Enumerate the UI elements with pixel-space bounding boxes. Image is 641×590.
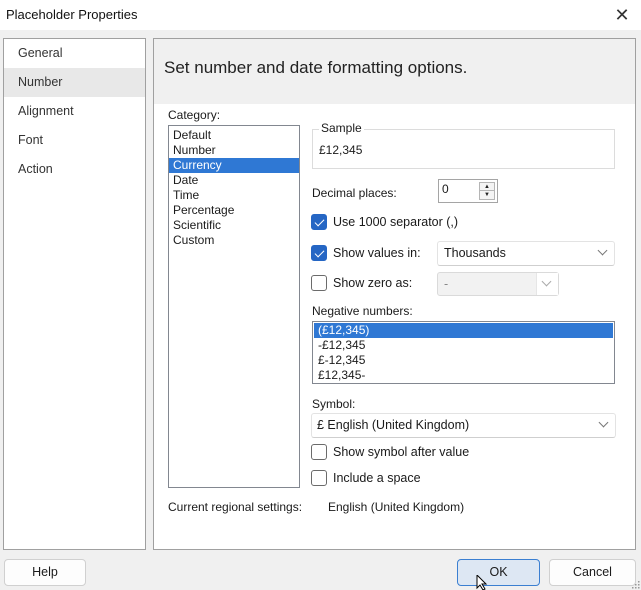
show-zero-as-checkbox[interactable]: [311, 275, 327, 291]
show-values-in-value: Thousands: [444, 246, 506, 260]
show-values-in-checkbox[interactable]: [311, 245, 327, 261]
sidebar-nav: General Number Alignment Font Action: [3, 38, 146, 550]
sample-groupbox: Sample £12,345: [312, 121, 615, 169]
dialog-title: Placeholder Properties: [6, 7, 138, 22]
category-option[interactable]: Percentage: [169, 203, 299, 218]
title-bar: Placeholder Properties ✕: [0, 0, 641, 30]
resize-grip-icon[interactable]: [632, 581, 640, 589]
cancel-button[interactable]: Cancel: [549, 559, 636, 586]
symbol-dropdown[interactable]: £ English (United Kingdom): [311, 413, 616, 438]
show-zero-as-label: Show zero as:: [333, 276, 413, 290]
help-button[interactable]: Help: [4, 559, 86, 586]
decimal-places-value: 0: [442, 182, 449, 196]
negative-numbers-label: Negative numbers:: [312, 304, 413, 318]
negative-format-option[interactable]: £12,345-: [314, 368, 613, 383]
spin-down-icon[interactable]: ▼: [480, 191, 494, 199]
show-zero-as-value: -: [444, 277, 449, 291]
category-listbox[interactable]: Default Number Currency Date Time Percentage S…: [168, 125, 300, 488]
include-space-checkbox[interactable]: [311, 470, 327, 486]
negative-format-option[interactable]: -£12,345: [314, 338, 613, 353]
show-values-in-label: Show values in:: [333, 246, 421, 260]
use-separator-label: Use 1000 separator (,): [333, 215, 459, 229]
sample-value: £12,345: [319, 143, 363, 157]
category-label: Category:: [168, 108, 221, 122]
sample-label: Sample: [319, 121, 364, 135]
show-values-in-dropdown[interactable]: Thousands: [437, 241, 615, 266]
close-icon[interactable]: ✕: [611, 4, 633, 26]
symbol-value: £ English (United Kingdom): [317, 418, 470, 432]
category-option[interactable]: Time: [169, 188, 299, 203]
show-symbol-after-checkbox[interactable]: [311, 444, 327, 460]
category-option[interactable]: Date: [169, 173, 299, 188]
category-option[interactable]: Custom: [169, 233, 299, 248]
negative-numbers-listbox[interactable]: (£12,345) -£12,345 £-12,345 £12,345-: [312, 321, 615, 384]
chevron-down-icon: [598, 417, 609, 428]
mouse-cursor-icon: [476, 575, 488, 590]
negative-format-option[interactable]: £-12,345: [314, 353, 613, 368]
sidebar-item-font[interactable]: Font: [4, 126, 145, 155]
show-symbol-after-label: Show symbol after value: [333, 445, 470, 459]
panel-header: Set number and date formatting options.: [154, 39, 635, 104]
category-option[interactable]: Default: [169, 128, 299, 143]
sidebar-item-number[interactable]: Number: [4, 68, 145, 97]
sidebar-item-action[interactable]: Action: [4, 155, 145, 184]
include-space-label: Include a space: [333, 471, 421, 485]
category-option[interactable]: Number: [169, 143, 299, 158]
negative-format-option[interactable]: (£12,345): [314, 323, 613, 338]
decimal-places-label: Decimal places:: [312, 186, 397, 200]
regional-settings-value: English (United Kingdom): [328, 500, 465, 514]
category-option[interactable]: Scientific: [169, 218, 299, 233]
symbol-label: Symbol:: [312, 397, 356, 411]
sidebar-item-alignment[interactable]: Alignment: [4, 97, 145, 126]
spin-buttons: ▲ ▼: [479, 182, 495, 200]
use-separator-checkbox[interactable]: [311, 214, 327, 230]
show-zero-as-dropdown[interactable]: -: [437, 272, 559, 296]
panel-heading: Set number and date formatting options.: [164, 58, 468, 77]
ok-button[interactable]: OK: [457, 559, 540, 586]
chevron-down-icon: [597, 245, 608, 256]
decimal-places-spinner[interactable]: 0 ▲ ▼: [438, 179, 498, 203]
main-panel: Set number and date formatting options. …: [153, 38, 636, 550]
category-option[interactable]: Currency: [169, 158, 299, 173]
spin-up-icon[interactable]: ▲: [480, 183, 494, 191]
sidebar-item-general[interactable]: General: [4, 39, 145, 68]
regional-settings-label: Current regional settings:: [168, 500, 303, 514]
